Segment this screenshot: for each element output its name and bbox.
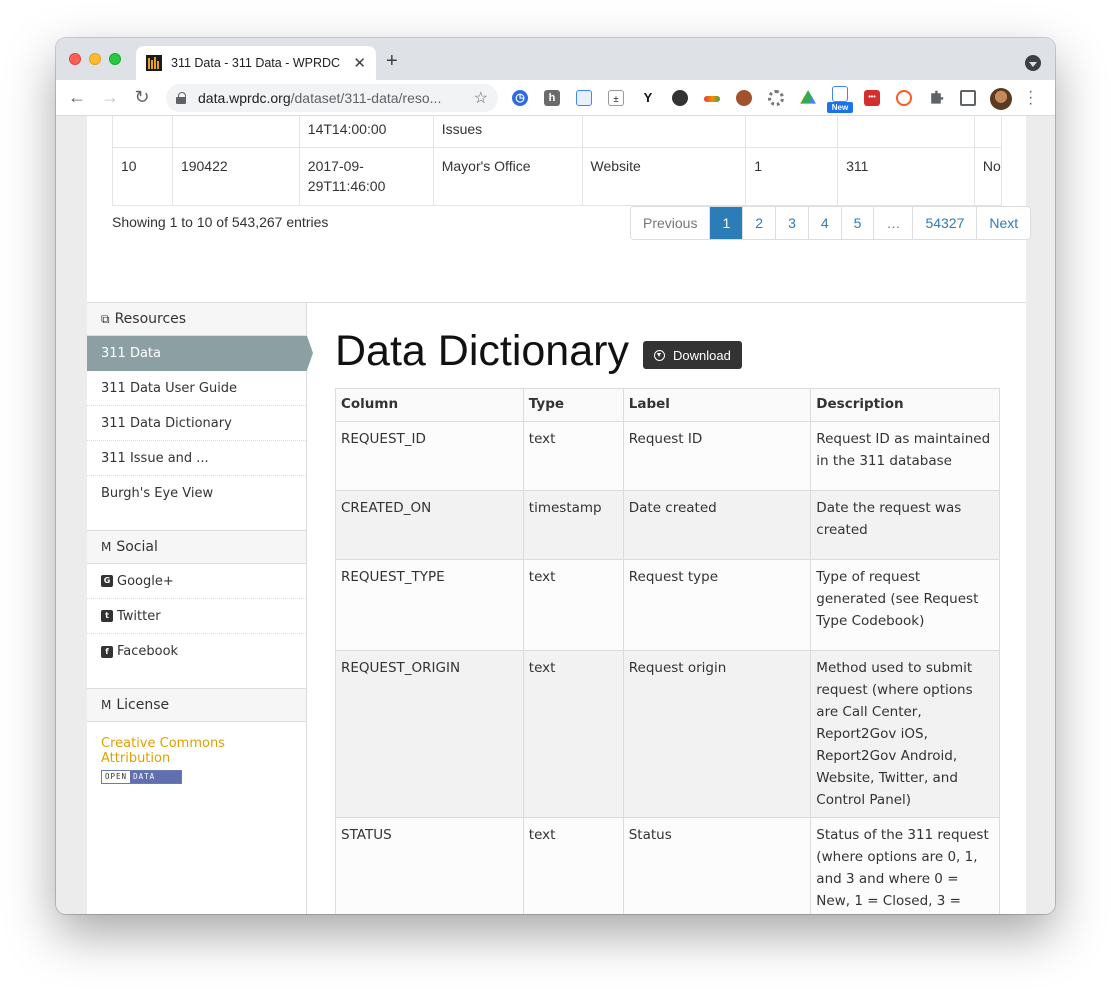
back-button[interactable]: ← [66, 87, 88, 108]
open-data-badge[interactable]: OPEN DATA [101, 770, 182, 784]
resources-heading: ⧉ Resources [87, 303, 306, 336]
address-bar[interactable]: data.wprdc.org/dataset/311-data/reso... … [166, 84, 498, 112]
gear-ext-icon[interactable] [768, 90, 784, 106]
table-row: 14T14:00:00 Issues [112, 116, 1003, 148]
medium-icon: M [101, 540, 112, 554]
wprdc-favicon-icon [146, 55, 162, 71]
pagination: Previous 1 2 3 4 5 … 54327 Next [630, 206, 1032, 240]
column-header: Label [622, 388, 812, 422]
data-dictionary-section: Data Dictionary Download Column Type Lab… [335, 303, 1015, 914]
profile-avatar[interactable] [990, 88, 1012, 110]
sidebar-item-311-data[interactable]: 311 Data [87, 336, 313, 371]
page-3[interactable]: 3 [775, 207, 808, 239]
table-row: CREATED_ON timestamp Date created Date t… [335, 490, 1000, 560]
license-link[interactable]: Creative Commons Attribution [87, 722, 306, 770]
brave-ext-icon[interactable] [896, 90, 912, 106]
clock-ext-icon[interactable]: ◷ [512, 90, 528, 106]
download-button[interactable]: Download [643, 341, 742, 369]
social-twitter[interactable]: t Twitter [87, 599, 306, 634]
page-ellipsis: … [873, 207, 913, 239]
y-ext-icon[interactable]: Y [640, 90, 656, 106]
social-facebook[interactable]: f Facebook [87, 634, 306, 669]
medium-icon: M [101, 698, 112, 712]
twitter-icon: t [101, 610, 113, 622]
sidebar-item-data-dictionary[interactable]: 311 Data Dictionary [87, 406, 306, 441]
page-previous[interactable]: Previous [631, 207, 710, 239]
bookmark-star-icon[interactable]: ☆ [474, 88, 488, 108]
column-header: Type [522, 388, 624, 422]
url-path: /dataset/311-data/reso... [290, 90, 442, 106]
tab-strip: 311 Data - 311 Data - WPRDC ✕ + [56, 38, 1055, 80]
browser-menu-icon[interactable]: · · · [1028, 84, 1033, 112]
copy-icon: ⧉ [101, 311, 110, 326]
browser-toolbar: ← → ↻ data.wprdc.org/dataset/311-data/re… [56, 80, 1055, 116]
table-row: 10 190422 2017-09-29T11:46:00 Mayor's Of… [112, 147, 1003, 206]
page-viewport: 14T14:00:00 Issues 10 190422 2017-09-29T… [56, 116, 1055, 914]
license-heading: M License [87, 689, 306, 722]
entries-count: Showing 1 to 10 of 543,267 entries [112, 214, 329, 230]
puzzle-ext-icon[interactable] [931, 90, 944, 104]
page-last[interactable]: 54327 [912, 207, 977, 239]
tab-close-icon[interactable]: ✕ [353, 54, 366, 72]
close-window-button[interactable] [69, 53, 81, 65]
new-ext-icon[interactable] [832, 86, 848, 102]
google-plus-icon: G [101, 575, 113, 587]
lens-ext-icon[interactable] [672, 90, 688, 106]
sidebar-item-issue[interactable]: 311 Issue and ... [87, 441, 306, 476]
page-5[interactable]: 5 [840, 207, 874, 239]
tab-search-button[interactable] [1025, 55, 1041, 71]
download-icon [654, 349, 665, 361]
forward-button[interactable]: → [99, 87, 121, 108]
table-row: STATUS text Status Status of the 311 req… [335, 817, 1000, 914]
new-tab-button[interactable]: + [386, 50, 398, 73]
rainbow-ext-icon[interactable] [704, 96, 720, 102]
browser-window: 311 Data - 311 Data - WPRDC ✕ + ← → ↻ da… [56, 38, 1055, 914]
url-host: data.wprdc.org [198, 90, 291, 106]
social-heading: M Social [87, 531, 306, 564]
page-2[interactable]: 2 [742, 207, 776, 239]
page-next[interactable]: Next [976, 207, 1031, 239]
page-container: 14T14:00:00 Issues 10 190422 2017-09-29T… [87, 116, 1032, 914]
lastpass-ext-icon[interactable]: ••• [864, 90, 880, 106]
sidebar-item-burghs-eye-view[interactable]: Burgh's Eye View [87, 476, 306, 511]
sidebar-item-user-guide[interactable]: 311 Data User Guide [87, 371, 306, 406]
h-ext-icon[interactable]: h [544, 90, 560, 106]
minimize-window-button[interactable] [89, 53, 101, 65]
cast-icon[interactable] [960, 90, 976, 106]
column-header: Description [810, 388, 1000, 422]
sidebar: ⧉ Resources 311 Data 311 Data User Guide… [87, 303, 313, 914]
new-badge: New [827, 102, 853, 113]
browser-tab[interactable]: 311 Data - 311 Data - WPRDC ✕ [136, 46, 376, 80]
facebook-icon: f [101, 645, 113, 658]
column-header: Column [335, 388, 524, 422]
reload-button[interactable]: ↻ [131, 87, 153, 108]
lock-icon [176, 92, 186, 104]
page-4[interactable]: 4 [807, 207, 841, 239]
docs-ext-icon[interactable] [576, 90, 592, 106]
page-title: Data Dictionary [335, 327, 629, 375]
table-row: REQUEST_ID text Request ID Request ID as… [335, 421, 1000, 491]
ball-ext-icon[interactable] [736, 90, 752, 106]
table-row: REQUEST_ORIGIN text Request origin Metho… [335, 650, 1000, 818]
table-row: REQUEST_TYPE text Request type Type of r… [335, 559, 1000, 651]
entries-table: 14T14:00:00 Issues 10 190422 2017-09-29T… [112, 116, 1003, 206]
calc-ext-icon[interactable]: ± [608, 90, 624, 106]
maximize-window-button[interactable] [109, 53, 121, 65]
data-dictionary-table: Column Type Label Description REQUEST_ID… [335, 388, 1000, 914]
table-header-row: Column Type Label Description [335, 388, 1000, 422]
page-1[interactable]: 1 [709, 207, 743, 239]
tab-title: 311 Data - 311 Data - WPRDC [171, 56, 341, 70]
social-google-plus[interactable]: G Google+ [87, 564, 306, 599]
drive-ext-icon[interactable] [800, 90, 816, 104]
